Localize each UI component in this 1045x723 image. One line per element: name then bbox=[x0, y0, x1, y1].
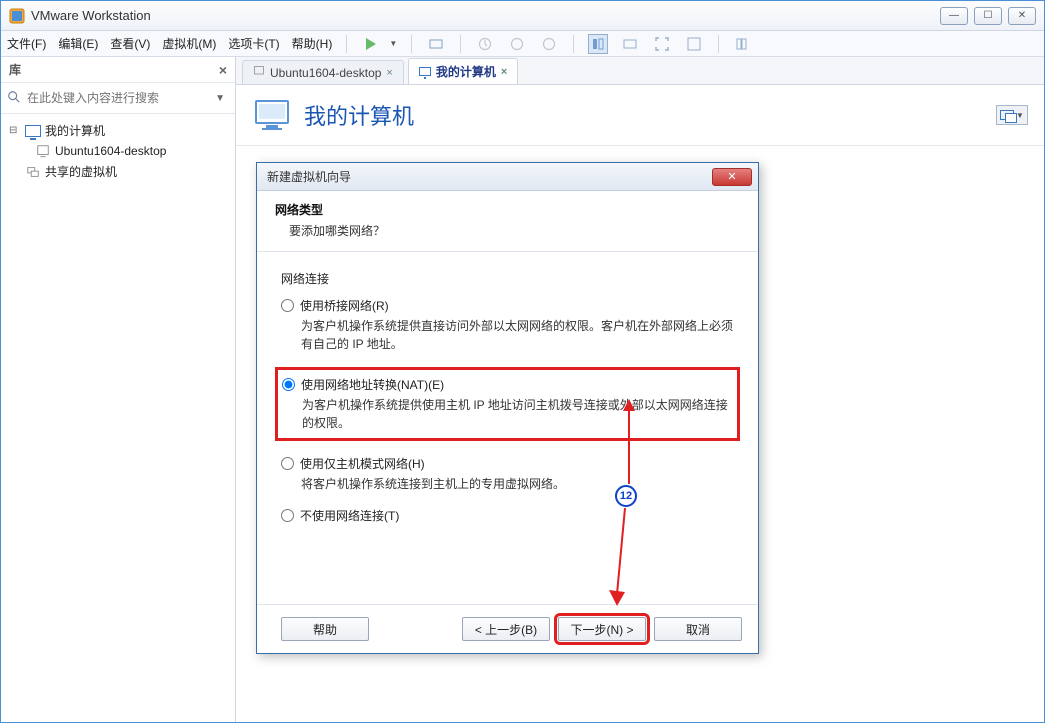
search-dropdown-icon[interactable]: ▼ bbox=[211, 93, 229, 104]
radio-row[interactable]: 使用仅主机模式网络(H) bbox=[281, 455, 734, 472]
option-desc: 为客户机操作系统提供直接访问外部以太网网络的权限。客户机在外部网络上必须有自己的… bbox=[301, 317, 734, 353]
fullscreen-icon[interactable] bbox=[652, 34, 672, 54]
tree-label: 我的计算机 bbox=[45, 122, 105, 139]
dialog-heading: 网络类型 bbox=[275, 201, 740, 218]
tab-bar: Ubuntu1604-desktop × 我的计算机 × bbox=[236, 57, 1044, 85]
radio-none[interactable] bbox=[281, 509, 294, 522]
option-desc: 将客户机操作系统连接到主机上的专用虚拟网络。 bbox=[301, 475, 734, 493]
search-input[interactable] bbox=[25, 87, 211, 109]
close-button[interactable]: ✕ bbox=[1008, 7, 1036, 25]
vm-icon bbox=[253, 65, 265, 80]
app-window: VMware Workstation — ☐ ✕ 文件(F) 编辑(E) 查看(… bbox=[0, 0, 1045, 723]
clock1-icon[interactable] bbox=[475, 34, 495, 54]
search-icon bbox=[7, 90, 25, 107]
menu-edit[interactable]: 编辑(E) bbox=[58, 35, 98, 52]
dialog-close-button[interactable]: ✕ bbox=[712, 168, 752, 186]
play-icon[interactable] bbox=[361, 34, 381, 54]
tab-ubuntu[interactable]: Ubuntu1604-desktop × bbox=[242, 60, 404, 84]
tree-label: Ubuntu1604-desktop bbox=[55, 144, 166, 158]
separator bbox=[460, 35, 461, 53]
radio-row[interactable]: 使用网络地址转换(NAT)(E) bbox=[282, 376, 731, 393]
menu-help[interactable]: 帮助(H) bbox=[292, 35, 333, 52]
tree-item-shared[interactable]: 共享的虚拟机 bbox=[5, 161, 231, 182]
tab-label: 我的计算机 bbox=[436, 63, 496, 80]
dialog-title: 新建虚拟机向导 bbox=[263, 168, 712, 185]
help-button[interactable]: 帮助 bbox=[281, 617, 369, 641]
option-none: 不使用网络连接(T) bbox=[281, 507, 734, 524]
menu-file[interactable]: 文件(F) bbox=[7, 35, 46, 52]
separator bbox=[718, 35, 719, 53]
radio-row[interactable]: 不使用网络连接(T) bbox=[281, 507, 734, 524]
radio-nat[interactable] bbox=[282, 378, 295, 391]
tree-root-my-computer[interactable]: ⊟ 我的计算机 bbox=[5, 120, 231, 141]
shared-icon bbox=[25, 164, 41, 180]
tab-close-icon[interactable]: × bbox=[386, 67, 392, 79]
clock2-icon[interactable] bbox=[507, 34, 527, 54]
page-header: 我的计算机 ▼ bbox=[236, 85, 1044, 146]
window-controls: — ☐ ✕ bbox=[940, 7, 1036, 25]
dialog-body: 网络连接 使用桥接网络(R) 为客户机操作系统提供直接访问外部以太网网络的权限。… bbox=[257, 252, 758, 548]
snapshot-icon[interactable] bbox=[426, 34, 446, 54]
radio-bridged[interactable] bbox=[281, 299, 294, 312]
option-nat: 使用网络地址转换(NAT)(E) 为客户机操作系统提供使用主机 IP 地址访问主… bbox=[275, 367, 740, 441]
back-button[interactable]: < 上一步(B) bbox=[462, 617, 550, 641]
computer-large-icon bbox=[252, 95, 292, 135]
vm-icon bbox=[35, 143, 51, 159]
cancel-button[interactable]: 取消 bbox=[654, 617, 742, 641]
library-icon[interactable] bbox=[733, 34, 753, 54]
titlebar: VMware Workstation — ☐ ✕ bbox=[1, 1, 1044, 31]
maximize-button[interactable]: ☐ bbox=[974, 7, 1002, 25]
option-label: 不使用网络连接(T) bbox=[300, 507, 399, 524]
option-label: 使用仅主机模式网络(H) bbox=[300, 455, 425, 472]
dialog-header: 网络类型 要添加哪类网络？ bbox=[257, 191, 758, 252]
computer-icon bbox=[25, 123, 41, 139]
network-button[interactable]: ▼ bbox=[996, 105, 1028, 125]
sidebar-title: 库 bbox=[9, 61, 21, 78]
menubar: 文件(F) 编辑(E) 查看(V) 虚拟机(M) 选项卡(T) 帮助(H) ▼ bbox=[1, 31, 1044, 57]
page-title: 我的计算机 bbox=[304, 99, 414, 131]
tab-close-icon[interactable]: × bbox=[501, 66, 507, 78]
computer-icon bbox=[419, 65, 431, 79]
tree: ⊟ 我的计算机 Ubuntu1604-desktop 共享的虚拟机 bbox=[1, 114, 235, 188]
sidebar-header: 库 × bbox=[1, 57, 235, 83]
tree-item-ubuntu[interactable]: Ubuntu1604-desktop bbox=[31, 141, 231, 161]
separator bbox=[411, 35, 412, 53]
tab-label: Ubuntu1604-desktop bbox=[270, 66, 381, 80]
dialog-footer: 帮助 < 上一步(B) 下一步(N) > 取消 bbox=[257, 604, 758, 653]
view-mode1-icon[interactable] bbox=[588, 34, 608, 54]
new-vm-wizard-dialog: 新建虚拟机向导 ✕ 网络类型 要添加哪类网络？ 网络连接 使用桥接网络(R) 为… bbox=[256, 162, 759, 654]
clock3-icon[interactable] bbox=[539, 34, 559, 54]
separator bbox=[346, 35, 347, 53]
menu-vm[interactable]: 虚拟机(M) bbox=[162, 35, 216, 52]
radio-hostonly[interactable] bbox=[281, 457, 294, 470]
option-hostonly: 使用仅主机模式网络(H) 将客户机操作系统连接到主机上的专用虚拟网络。 bbox=[281, 455, 734, 493]
app-title: VMware Workstation bbox=[31, 8, 940, 23]
app-icon bbox=[9, 8, 25, 24]
option-bridged: 使用桥接网络(R) 为客户机操作系统提供直接访问外部以太网网络的权限。客户机在外… bbox=[281, 297, 734, 353]
option-desc: 为客户机操作系统提供使用主机 IP 地址访问主机拨号连接或外部以太网网络连接的权… bbox=[302, 396, 731, 432]
annotation-badge: 12 bbox=[615, 485, 637, 507]
tab-my-computer[interactable]: 我的计算机 × bbox=[408, 58, 518, 84]
separator bbox=[573, 35, 574, 53]
unity-icon[interactable] bbox=[684, 34, 704, 54]
dialog-subheading: 要添加哪类网络？ bbox=[289, 222, 740, 239]
menu-tabs[interactable]: 选项卡(T) bbox=[228, 35, 279, 52]
radio-row[interactable]: 使用桥接网络(R) bbox=[281, 297, 734, 314]
play-dropdown[interactable]: ▼ bbox=[389, 39, 397, 48]
menu-view[interactable]: 查看(V) bbox=[110, 35, 150, 52]
sidebar-close-icon[interactable]: × bbox=[219, 62, 227, 78]
tree-label: 共享的虚拟机 bbox=[45, 163, 117, 180]
next-button[interactable]: 下一步(N) > bbox=[558, 617, 646, 641]
section-label: 网络连接 bbox=[281, 270, 734, 287]
option-label: 使用桥接网络(R) bbox=[300, 297, 389, 314]
sidebar: 库 × ▼ ⊟ 我的计算机 Ubuntu1604-desktop bbox=[1, 57, 236, 722]
minimize-button[interactable]: — bbox=[940, 7, 968, 25]
search-row: ▼ bbox=[1, 83, 235, 114]
dialog-titlebar[interactable]: 新建虚拟机向导 ✕ bbox=[257, 163, 758, 191]
view-mode2-icon[interactable] bbox=[620, 34, 640, 54]
option-label: 使用网络地址转换(NAT)(E) bbox=[301, 376, 444, 393]
expand-icon[interactable]: ⊟ bbox=[9, 125, 21, 136]
